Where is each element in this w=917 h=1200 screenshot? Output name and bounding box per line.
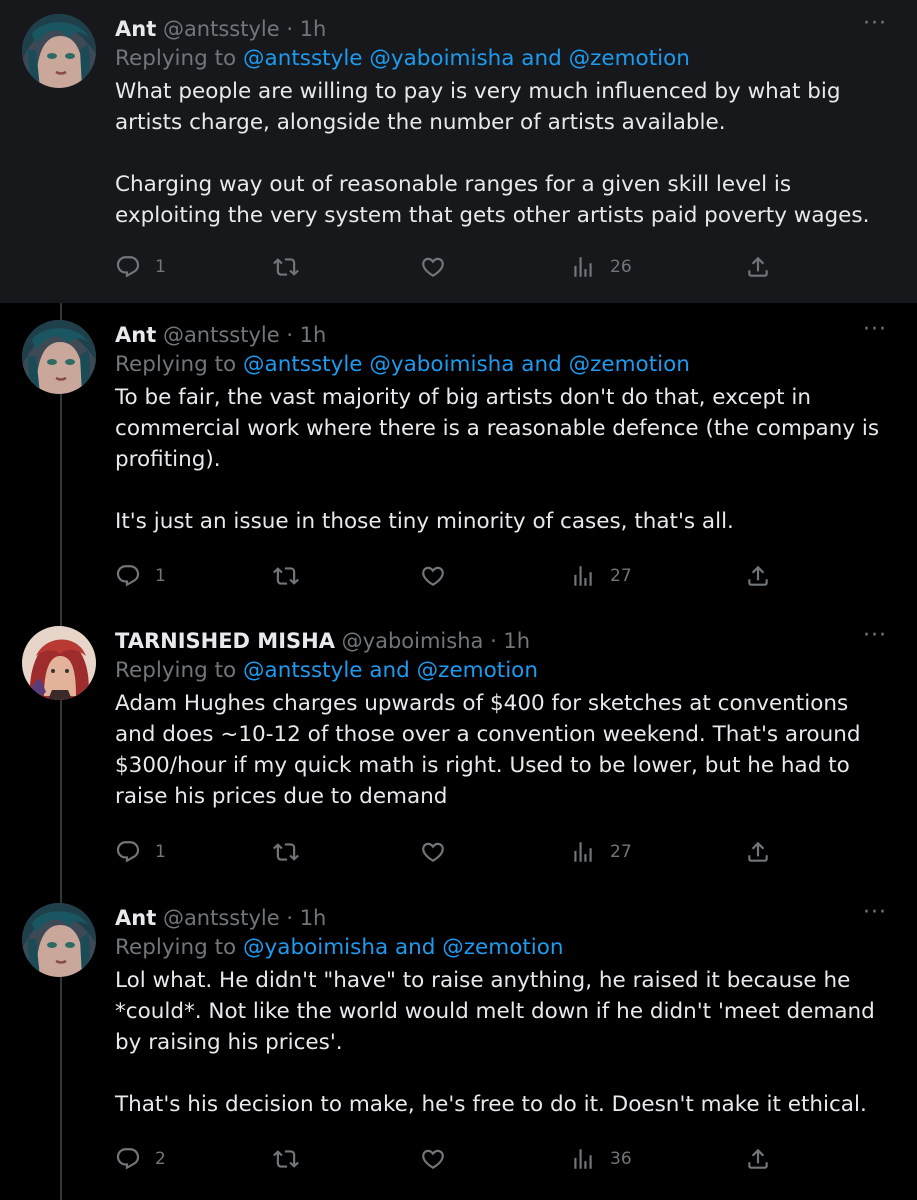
tweet-time[interactable]: · 1h <box>286 906 326 930</box>
share-button[interactable] <box>745 254 771 280</box>
views-icon <box>570 1146 596 1172</box>
like-icon <box>420 254 446 280</box>
replying-to: Replying to @antsstyle @yaboimisha and @… <box>115 44 887 76</box>
tweet-text: To be fair, the vast majority of big art… <box>115 385 880 534</box>
retweet-icon <box>273 1146 299 1172</box>
views-count: 36 <box>610 1149 632 1169</box>
reply-icon <box>115 839 141 865</box>
replying-to-label: Replying to <box>115 658 244 683</box>
reply-button[interactable]: 1 <box>115 254 166 280</box>
views-icon <box>570 839 596 865</box>
replying-to-label: Replying to <box>115 935 244 960</box>
replying-to-mentions[interactable]: @antsstyle @yaboimisha and @zemotion <box>243 352 690 377</box>
replying-to-label: Replying to <box>115 352 244 377</box>
replying-to-mentions[interactable]: @yaboimisha and @zemotion <box>243 935 564 960</box>
tweet-actions: 2 36 <box>115 1146 775 1176</box>
author-handle[interactable]: @antsstyle <box>163 323 280 347</box>
author-name[interactable]: Ant <box>115 323 156 347</box>
replying-to-mentions[interactable]: @antsstyle and @zemotion <box>243 658 538 683</box>
views-count: 26 <box>610 257 632 277</box>
replying-to: Replying to @antsstyle and @zemotion <box>115 656 887 688</box>
reply-button[interactable]: 1 <box>115 563 166 589</box>
reply-count: 2 <box>155 1149 166 1169</box>
views-button[interactable]: 26 <box>570 254 632 280</box>
retweet-icon <box>273 254 299 280</box>
tweet-time[interactable]: · 1h <box>286 17 326 41</box>
reply-icon <box>115 563 141 589</box>
like-button[interactable] <box>420 563 460 589</box>
avatar[interactable] <box>22 903 96 977</box>
retweet-button[interactable] <box>273 563 313 589</box>
views-button[interactable]: 27 <box>570 839 632 865</box>
share-icon <box>745 1146 771 1172</box>
author-handle[interactable]: @antsstyle <box>163 17 280 41</box>
share-icon <box>745 254 771 280</box>
views-button[interactable]: 36 <box>570 1146 632 1172</box>
author-name[interactable]: Ant <box>115 17 156 41</box>
replying-to: Replying to @yaboimisha and @zemotion <box>115 933 887 965</box>
share-icon <box>745 563 771 589</box>
reply-count: 1 <box>155 566 166 586</box>
reply-button[interactable]: 2 <box>115 1146 166 1172</box>
tweet-2[interactable]: Ant @antsstyle · 1h ··· Replying to @ant… <box>0 303 917 609</box>
tweet-header: Ant @antsstyle · 1h <box>115 903 887 933</box>
author-name[interactable]: TARNISHED MISHA <box>115 629 335 653</box>
share-button[interactable] <box>745 1146 771 1172</box>
tweet-header: Ant @antsstyle · 1h <box>115 14 887 44</box>
author-handle[interactable]: @antsstyle <box>163 906 280 930</box>
like-icon <box>420 839 446 865</box>
like-icon <box>420 563 446 589</box>
views-icon <box>570 563 596 589</box>
tweet-actions: 1 26 <box>115 254 775 284</box>
retweet-button[interactable] <box>273 254 313 280</box>
more-icon[interactable]: ··· <box>863 902 887 924</box>
retweet-button[interactable] <box>273 839 313 865</box>
like-button[interactable] <box>420 1146 460 1172</box>
views-count: 27 <box>610 566 632 586</box>
share-button[interactable] <box>745 839 771 865</box>
share-icon <box>745 839 771 865</box>
views-icon <box>570 254 596 280</box>
tweet-3[interactable]: TARNISHED MISHA @yaboimisha · 1h ··· Rep… <box>0 609 917 891</box>
like-button[interactable] <box>420 839 460 865</box>
tweet-actions: 1 27 <box>115 563 775 593</box>
retweet-icon <box>273 563 299 589</box>
reply-icon <box>115 1146 141 1172</box>
tweet-1[interactable]: Ant @antsstyle · 1h ··· Replying to @ant… <box>0 0 917 303</box>
reply-icon <box>115 254 141 280</box>
avatar[interactable] <box>22 626 96 700</box>
tweet-header: Ant @antsstyle · 1h <box>115 320 887 350</box>
more-icon[interactable]: ··· <box>863 13 887 35</box>
tweet-text: Lol what. He didn't "have" to raise anyt… <box>115 968 875 1117</box>
more-icon[interactable]: ··· <box>863 319 887 341</box>
tweet-text: What people are willing to pay is very m… <box>115 79 870 228</box>
tweet-text: Adam Hughes charges upwards of $400 for … <box>115 691 868 809</box>
views-count: 27 <box>610 842 632 862</box>
reply-button[interactable]: 1 <box>115 839 166 865</box>
tweet-time[interactable]: · 1h <box>490 629 530 653</box>
author-name[interactable]: Ant <box>115 906 156 930</box>
tweet-header: TARNISHED MISHA @yaboimisha · 1h <box>115 626 887 656</box>
avatar[interactable] <box>22 320 96 394</box>
tweet-time[interactable]: · 1h <box>286 323 326 347</box>
reply-count: 1 <box>155 257 166 277</box>
replying-to-label: Replying to <box>115 46 244 71</box>
tweet-4[interactable]: Ant @antsstyle · 1h ··· Replying to @yab… <box>0 891 917 1200</box>
reply-count: 1 <box>155 842 166 862</box>
avatar[interactable] <box>22 14 96 88</box>
replying-to: Replying to @antsstyle @yaboimisha and @… <box>115 350 887 382</box>
share-button[interactable] <box>745 563 771 589</box>
tweet-actions: 1 27 <box>115 839 775 869</box>
retweet-icon <box>273 839 299 865</box>
like-button[interactable] <box>420 254 460 280</box>
like-icon <box>420 1146 446 1172</box>
replying-to-mentions[interactable]: @antsstyle @yaboimisha and @zemotion <box>243 46 690 71</box>
more-icon[interactable]: ··· <box>863 625 887 647</box>
author-handle[interactable]: @yaboimisha <box>342 629 484 653</box>
retweet-button[interactable] <box>273 1146 313 1172</box>
views-button[interactable]: 27 <box>570 563 632 589</box>
